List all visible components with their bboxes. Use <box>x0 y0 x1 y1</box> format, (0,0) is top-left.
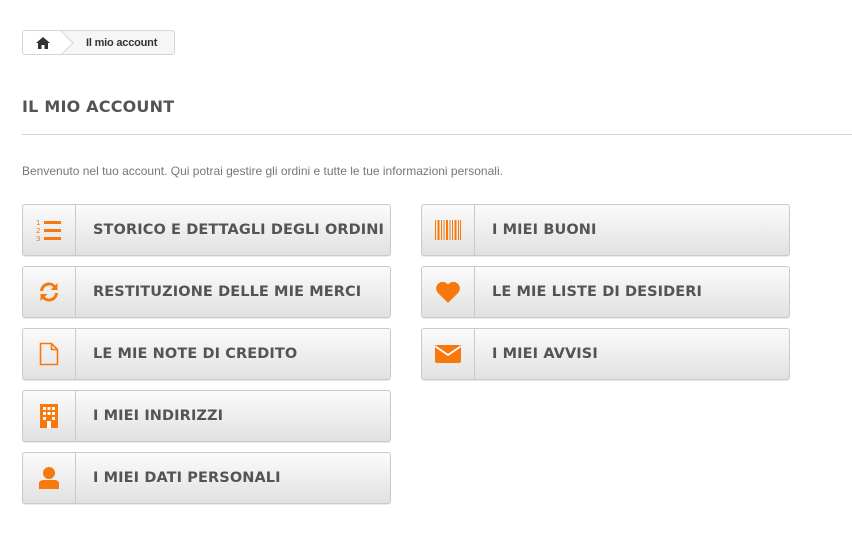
breadcrumb-current: Il mio account <box>86 36 158 49</box>
returns-button[interactable]: RESTITUZIONE DELLE MIE MERCI <box>22 266 391 318</box>
button-label: I MIEI AVVISI <box>492 346 598 362</box>
button-label: RESTITUZIONE DELLE MIE MERCI <box>93 284 362 300</box>
vouchers-button[interactable]: I MIEI BUONI <box>421 204 790 256</box>
svg-text:2: 2 <box>36 227 40 235</box>
addresses-button[interactable]: I MIEI INDIRIZZI <box>22 390 391 442</box>
user-icon <box>23 453 76 503</box>
home-icon <box>36 36 50 49</box>
svg-text:3: 3 <box>36 235 40 242</box>
alerts-button[interactable]: I MIEI AVVISI <box>421 328 790 380</box>
refresh-icon <box>23 267 76 317</box>
page-title: IL MIO ACCOUNT <box>22 97 175 116</box>
button-label: LE MIE LISTE DI DESIDERI <box>492 284 703 300</box>
credit-notes-button[interactable]: LE MIE NOTE DI CREDITO <box>22 328 391 380</box>
breadcrumb-home[interactable] <box>23 31 63 54</box>
intro-text: Benvenuto nel tuo account. Qui potrai ge… <box>22 164 503 178</box>
button-label: I MIEI DATI PERSONALI <box>93 470 281 486</box>
wishlists-button[interactable]: LE MIE LISTE DI DESIDERI <box>421 266 790 318</box>
heading-divider <box>22 134 852 135</box>
button-label: LE MIE NOTE DI CREDITO <box>93 346 298 362</box>
personal-info-button[interactable]: I MIEI DATI PERSONALI <box>22 452 391 504</box>
svg-text:1: 1 <box>36 219 40 227</box>
barcode-icon <box>422 205 475 255</box>
button-label: I MIEI BUONI <box>492 222 597 238</box>
file-icon <box>23 329 76 379</box>
button-label: STORICO E DETTAGLI DEGLI ORDINI <box>93 222 385 238</box>
heart-icon <box>422 267 475 317</box>
breadcrumb: Il mio account <box>22 30 175 55</box>
envelope-icon <box>422 329 475 379</box>
button-label: I MIEI INDIRIZZI <box>93 408 224 424</box>
order-history-button[interactable]: 1 2 3 STORICO E DETTAGLI DEGLI ORDINI <box>22 204 391 256</box>
ordered-list-icon: 1 2 3 <box>23 205 76 255</box>
building-icon <box>23 391 76 441</box>
